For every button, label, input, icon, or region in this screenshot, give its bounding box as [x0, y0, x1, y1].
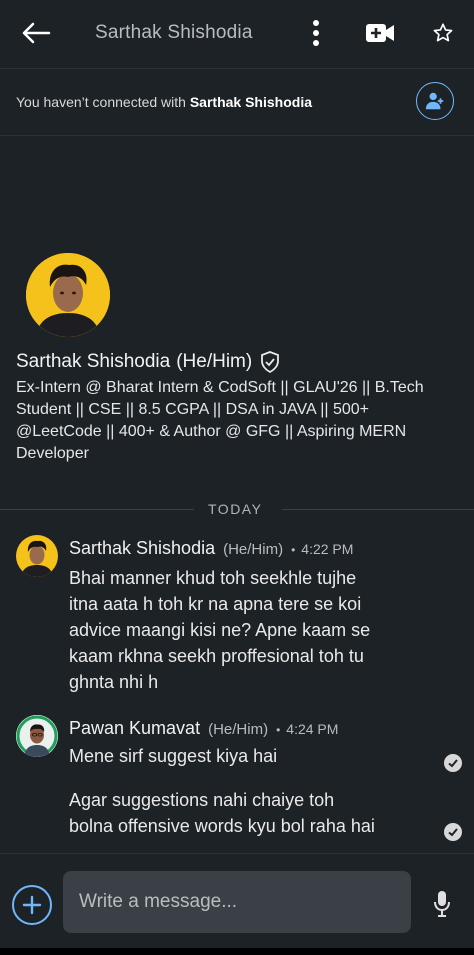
system-nav-strip	[0, 948, 474, 955]
add-person-icon	[425, 92, 444, 110]
profile-name-row[interactable]: Sarthak Shishodia (He/Him)	[16, 351, 280, 373]
profile-headline: Ex-Intern @ Bharat Intern & CodSoft || G…	[16, 379, 424, 462]
message-line: kaam rkhna seekh proffesional toh tu	[69, 646, 364, 666]
date-divider-label: TODAY	[208, 501, 263, 517]
verified-shield-icon	[260, 351, 280, 373]
profile-name[interactable]: Sarthak Shishodia	[16, 351, 170, 373]
divider-line-left	[0, 509, 194, 510]
message-line: Agar suggestions nahi chaiye toh	[69, 790, 335, 810]
back-arrow-icon[interactable]	[18, 18, 54, 48]
video-add-icon[interactable]	[364, 20, 396, 46]
date-divider: TODAY	[0, 500, 474, 520]
message-input[interactable]	[63, 871, 411, 933]
message-body: Agar suggestions nahi chaiye toh bolna o…	[69, 787, 375, 839]
message-body: Bhai manner khud toh seekhle tujhe itna …	[69, 565, 370, 695]
connection-notice-name[interactable]: Sarthak Shishodia	[190, 94, 312, 110]
sender-pronoun: (He/Him)	[208, 721, 269, 738]
microphone-icon[interactable]	[430, 888, 454, 920]
message-body: Mene sirf suggest kiya hai	[69, 746, 278, 766]
message-line: advice maangi kisi ne? Apne kaam se	[69, 620, 371, 640]
connection-notice: You haven’t connected with Sarthak Shish…	[16, 94, 312, 110]
connection-notice-prefix: You haven’t connected with	[16, 94, 190, 110]
read-receipt-check-icon	[444, 754, 462, 772]
profile-avatar[interactable]	[26, 253, 110, 337]
top-app-bar: Sarthak Shishodia	[0, 0, 474, 68]
sender-pronoun: (He/Him)	[223, 541, 284, 558]
message-time: 4:22 PM	[301, 541, 354, 557]
profile-pronoun: (He/Him)	[176, 351, 253, 372]
separator-dot: •	[276, 723, 281, 737]
connect-button[interactable]	[416, 82, 454, 120]
connection-banner: You haven’t connected with Sarthak Shish…	[0, 68, 474, 136]
add-attachment-button[interactable]	[12, 885, 52, 925]
conversation-title[interactable]: Sarthak Shishodia	[95, 22, 253, 44]
message-line: Bhai manner khud toh seekhle tujhe	[69, 568, 357, 588]
message-header: Sarthak Shishodia (He/Him) • 4:22 PM	[69, 538, 353, 559]
read-receipt-check-icon	[444, 823, 462, 841]
star-icon[interactable]	[430, 20, 456, 46]
message-time: 4:24 PM	[286, 721, 339, 737]
message-header: Pawan Kumavat (He/Him) • 4:24 PM	[69, 718, 338, 739]
sender-name[interactable]: Sarthak Shishodia	[69, 538, 215, 559]
plus-icon	[22, 895, 42, 915]
message-line: ghnta nhi h	[69, 672, 159, 692]
sender-name[interactable]: Pawan Kumavat	[69, 718, 200, 739]
message-line: bolna offensive words kyu bol raha hai	[69, 816, 375, 836]
sender-avatar[interactable]	[16, 715, 58, 757]
sender-avatar[interactable]	[16, 535, 58, 577]
message-composer	[0, 853, 474, 955]
more-vertical-icon[interactable]	[304, 16, 328, 50]
divider-line-right	[282, 509, 474, 510]
separator-dot: •	[291, 543, 296, 557]
message-line: itna aata h toh kr na apna tere se koi	[69, 594, 362, 614]
messaging-screen: Sarthak Shishodia You haven’t connected …	[0, 0, 474, 955]
